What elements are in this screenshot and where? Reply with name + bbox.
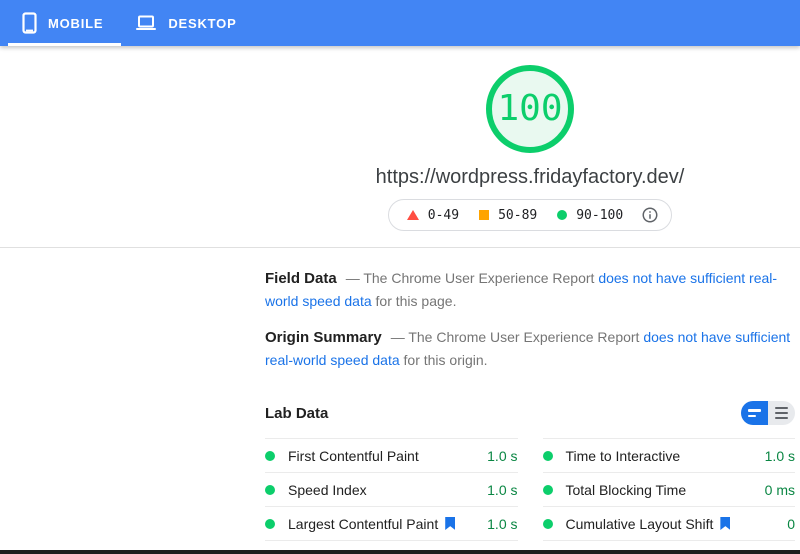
metric-row-tti: Time to Interactive 1.0 s xyxy=(543,439,796,473)
legend-item-poor: 0-49 xyxy=(407,208,459,223)
good-status-icon xyxy=(543,485,553,495)
origin-summary-paragraph: Origin Summary — The Chrome User Experien… xyxy=(265,326,795,371)
average-square-icon xyxy=(479,210,489,220)
metric-value: 0 ms xyxy=(765,482,795,498)
origin-summary-heading: Origin Summary xyxy=(265,329,382,346)
expanded-view-button[interactable] xyxy=(768,401,795,425)
bookmark-icon xyxy=(445,517,455,530)
performance-score-value: 100 xyxy=(497,91,562,127)
metrics-column-left: First Contentful Paint 1.0 s Speed Index… xyxy=(265,438,518,541)
smartphone-icon xyxy=(22,12,37,34)
metric-value: 0 xyxy=(787,516,795,532)
score-section: 100 https://wordpress.fridayfactory.dev/… xyxy=(0,65,800,248)
legend-range-average: 50-89 xyxy=(498,208,537,223)
field-data-dash: — xyxy=(346,270,360,286)
metric-value: 1.0 s xyxy=(487,516,517,532)
info-icon[interactable] xyxy=(641,206,659,224)
poor-triangle-icon xyxy=(407,210,419,220)
analyzed-url: https://wordpress.fridayfactory.dev/ xyxy=(265,166,795,189)
metric-value: 1.0 s xyxy=(487,482,517,498)
good-status-icon xyxy=(543,519,553,529)
metric-row-tbt: Total Blocking Time 0 ms xyxy=(543,473,796,507)
tab-mobile[interactable]: MOBILE xyxy=(8,0,121,46)
metric-row-speed-index: Speed Index 1.0 s xyxy=(265,473,518,507)
metric-label: Speed Index xyxy=(288,482,367,498)
summary-view-button[interactable] xyxy=(741,401,768,425)
metric-label: Cumulative Layout Shift xyxy=(566,516,714,532)
metric-row-fcp: First Contentful Paint 1.0 s xyxy=(265,439,518,473)
metric-row-cls: Cumulative Layout Shift 0 xyxy=(543,507,796,541)
device-tab-bar: MOBILE DESKTOP xyxy=(0,0,800,46)
metric-label: First Contentful Paint xyxy=(288,448,419,464)
window-bottom-edge xyxy=(0,550,800,554)
field-data-text-after: for this page. xyxy=(376,293,457,309)
metrics-column-right: Time to Interactive 1.0 s Total Blocking… xyxy=(543,438,796,541)
good-status-icon xyxy=(265,485,275,495)
legend-item-average: 50-89 xyxy=(479,208,537,223)
metric-label: Total Blocking Time xyxy=(566,482,687,498)
legend-item-good: 90-100 xyxy=(557,208,623,223)
metric-value: 1.0 s xyxy=(487,448,517,464)
lab-data-view-toggle xyxy=(741,401,795,425)
origin-summary-text-before: The Chrome User Experience Report xyxy=(408,329,639,345)
lab-data-metrics: First Contentful Paint 1.0 s Speed Index… xyxy=(265,438,795,541)
tab-desktop-label: DESKTOP xyxy=(168,16,236,31)
legend-range-good: 90-100 xyxy=(576,208,623,223)
field-data-paragraph: Field Data — The Chrome User Experience R… xyxy=(265,267,795,312)
laptop-icon xyxy=(135,14,157,32)
legend-range-poor: 0-49 xyxy=(428,208,459,223)
metric-label: Largest Contentful Paint xyxy=(288,516,438,532)
field-data-heading: Field Data xyxy=(265,270,337,287)
metric-value: 1.0 s xyxy=(765,448,795,464)
origin-summary-text-after: for this origin. xyxy=(404,352,488,368)
tab-desktop[interactable]: DESKTOP xyxy=(121,0,254,46)
field-data-text-before: The Chrome User Experience Report xyxy=(363,270,594,286)
good-status-icon xyxy=(265,519,275,529)
performance-score-gauge: 100 xyxy=(486,65,574,153)
lab-data-heading: Lab Data xyxy=(265,405,328,422)
good-status-icon xyxy=(265,451,275,461)
tab-mobile-label: MOBILE xyxy=(48,16,103,31)
metric-label: Time to Interactive xyxy=(566,448,681,464)
score-legend: 0-49 50-89 90-100 xyxy=(388,199,672,231)
bookmark-icon xyxy=(720,517,730,530)
origin-summary-dash: — xyxy=(391,329,405,345)
good-status-icon xyxy=(543,451,553,461)
good-circle-icon xyxy=(557,210,567,220)
metric-row-lcp: Largest Contentful Paint 1.0 s xyxy=(265,507,518,541)
